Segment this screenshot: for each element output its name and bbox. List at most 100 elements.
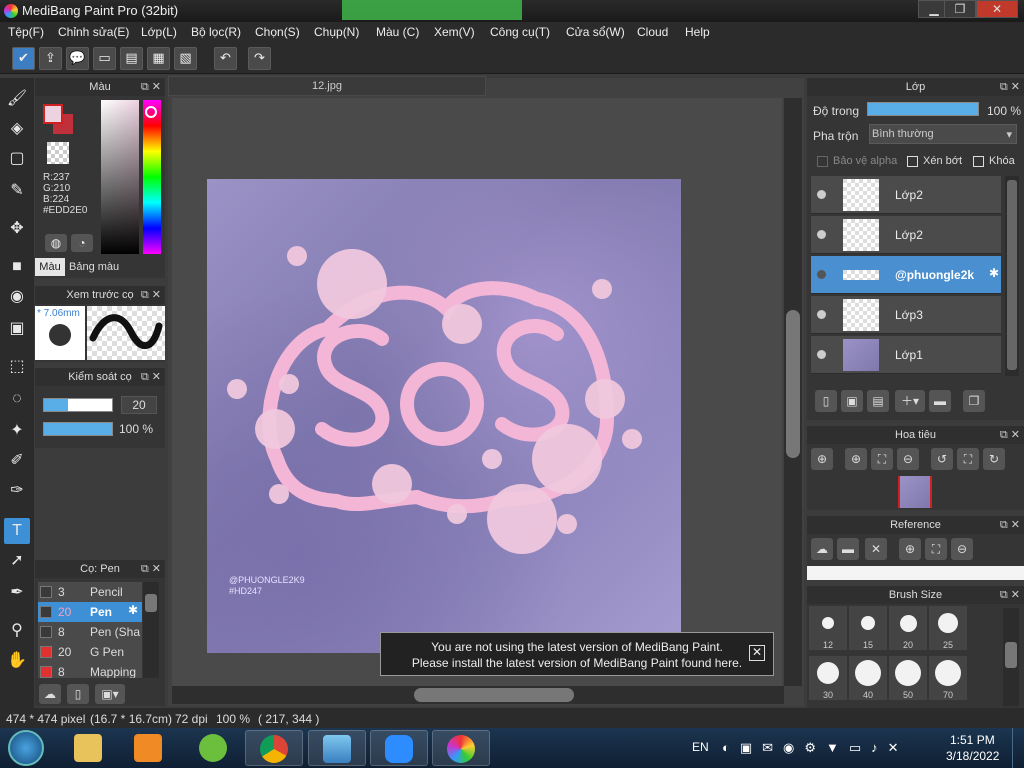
artwork-canvas[interactable]: @PHUONGLE2K9 #HD247 bbox=[207, 179, 681, 653]
explorer-task[interactable] bbox=[60, 730, 118, 766]
notification-close-icon[interactable]: ✕ bbox=[749, 645, 765, 661]
brush-tool-icon[interactable]: 🖌 bbox=[4, 86, 30, 112]
panel-close-icon[interactable]: ⧉ ✕ bbox=[141, 78, 161, 96]
system-tray-icons[interactable]: ◐▣✉◉⚙▼▭♪✕ bbox=[722, 740, 922, 756]
select-pen-icon[interactable]: ✐ bbox=[4, 448, 30, 474]
brush-item[interactable]: 8 Pen (Sha bbox=[38, 622, 142, 642]
panel-close-icon[interactable]: ⧉ ✕ bbox=[141, 286, 161, 304]
medibang-task[interactable] bbox=[432, 730, 490, 766]
new-layer-icon[interactable]: ▯ bbox=[815, 390, 837, 412]
flip-icon[interactable]: ⛶ bbox=[957, 448, 979, 470]
brush-size-cell[interactable]: 30 bbox=[809, 656, 847, 700]
brush-menu-icon[interactable]: ▣▾ bbox=[95, 684, 125, 704]
shape-tool-icon[interactable]: ▢ bbox=[4, 146, 30, 172]
add-layer-menu-icon[interactable]: ＋▾ bbox=[895, 390, 925, 412]
rotate-left-icon[interactable]: ↺ bbox=[931, 448, 953, 470]
brush-item[interactable]: 8 Mapping bbox=[38, 662, 142, 678]
clock-date[interactable]: 3/18/2022 bbox=[946, 749, 999, 763]
panel-layout-icon[interactable]: ▦ bbox=[147, 47, 170, 70]
brush-item[interactable]: 20 G Pen bbox=[38, 642, 142, 662]
zoom-icon[interactable]: ⊕ bbox=[811, 448, 833, 470]
tab-color[interactable]: Màu bbox=[35, 258, 65, 276]
lasso-tool-icon[interactable]: ◌ bbox=[4, 386, 30, 412]
fit-icon[interactable]: ⛶ bbox=[925, 538, 947, 560]
media-player-task[interactable] bbox=[120, 730, 178, 766]
brush-size-cell[interactable]: 40 bbox=[849, 656, 887, 700]
menu-color[interactable]: Màu (C) bbox=[376, 25, 419, 39]
brush-size-value[interactable]: 20 bbox=[121, 396, 157, 414]
layer-row[interactable]: Lớp2 bbox=[811, 176, 1001, 214]
close-button[interactable]: ✕ bbox=[976, 0, 1018, 18]
bucket-tool-icon[interactable]: ◉ bbox=[4, 284, 30, 310]
grid-icon[interactable]: ▧ bbox=[174, 47, 197, 70]
comment-icon[interactable]: ▭ bbox=[93, 47, 116, 70]
zoom-in-icon[interactable]: ⊕ bbox=[845, 448, 867, 470]
brush-opacity-slider[interactable] bbox=[43, 422, 113, 436]
clock-time[interactable]: 1:51 PM bbox=[950, 733, 995, 747]
clipping-checkbox[interactable] bbox=[907, 156, 918, 167]
brush-size-cell[interactable]: 50 bbox=[889, 656, 927, 700]
lock-checkbox[interactable] bbox=[973, 156, 984, 167]
tab-palette[interactable]: Bảng màu bbox=[69, 258, 119, 276]
layer-list-scrollbar[interactable] bbox=[1005, 176, 1019, 376]
layer-row[interactable]: Lớp1 bbox=[811, 336, 1001, 374]
protect-alpha-checkbox[interactable] bbox=[817, 156, 828, 167]
page-icon[interactable]: ▤ bbox=[120, 47, 143, 70]
reference-image-area[interactable] bbox=[807, 566, 1024, 580]
eraser-tool-icon[interactable]: ◈ bbox=[4, 116, 30, 142]
cloud-icon[interactable]: ☁ bbox=[811, 538, 833, 560]
rotate-right-icon[interactable]: ↻ bbox=[983, 448, 1005, 470]
panel-close-icon[interactable]: ⧉ ✕ bbox=[1000, 78, 1020, 96]
brush-size-scrollbar[interactable] bbox=[1003, 608, 1019, 706]
select-eraser-icon[interactable]: ✑ bbox=[4, 478, 30, 504]
menu-window[interactable]: Cửa sổ(W) bbox=[566, 25, 625, 39]
menu-select[interactable]: Chọn(S) bbox=[255, 25, 300, 39]
redo-icon[interactable]: ↷ bbox=[248, 47, 271, 70]
brush-size-slider[interactable] bbox=[43, 398, 113, 412]
layer-row[interactable]: Lớp3 bbox=[811, 296, 1001, 334]
canvas-horizontal-scrollbar[interactable] bbox=[172, 686, 784, 704]
panel-close-icon[interactable]: ⧉ ✕ bbox=[141, 560, 161, 578]
magic-wand-icon[interactable]: ✦ bbox=[4, 418, 30, 444]
brush-size-cell[interactable]: 25 bbox=[929, 606, 967, 650]
brush-size-cell[interactable]: 15 bbox=[849, 606, 887, 650]
palette-icon[interactable]: ◔ bbox=[71, 234, 93, 252]
saturation-value-picker[interactable] bbox=[101, 100, 139, 254]
menu-view[interactable]: Xem(V) bbox=[434, 25, 475, 39]
operation-tool-icon[interactable]: ➚ bbox=[4, 548, 30, 574]
menu-cloud[interactable]: Cloud bbox=[637, 25, 668, 39]
divide-tool-icon[interactable]: ✒ bbox=[4, 580, 30, 606]
foreground-color-swatch[interactable] bbox=[43, 104, 63, 124]
navigator-thumbnail[interactable] bbox=[898, 476, 932, 508]
document-tab[interactable]: 12.jpg bbox=[168, 76, 486, 96]
brush-size-cell[interactable]: 12 bbox=[809, 606, 847, 650]
new-halftone-layer-icon[interactable]: ▤ bbox=[867, 390, 889, 412]
new-color-layer-icon[interactable]: ▣ bbox=[841, 390, 863, 412]
gradient-tool-icon[interactable]: ▣ bbox=[4, 316, 30, 342]
menu-help[interactable]: Help bbox=[685, 25, 710, 39]
canvas-vertical-scrollbar[interactable] bbox=[784, 98, 802, 686]
maximize-button[interactable]: ❐ bbox=[944, 0, 976, 18]
menu-tools[interactable]: Công cụ(T) bbox=[490, 25, 550, 39]
zoom-out-icon[interactable]: ⊖ bbox=[951, 538, 973, 560]
folder-icon[interactable]: ▬ bbox=[929, 390, 951, 412]
panel-close-icon[interactable]: ⧉ ✕ bbox=[1000, 426, 1020, 444]
menu-filter[interactable]: Bộ lọc(R) bbox=[191, 25, 241, 39]
menu-edit[interactable]: Chỉnh sửa(E) bbox=[58, 25, 129, 39]
layer-row-selected[interactable]: @phuongle2k ✱ bbox=[811, 256, 1001, 294]
cloud-save-icon[interactable]: ✔ bbox=[12, 47, 35, 70]
layer-row[interactable]: Lớp2 bbox=[811, 216, 1001, 254]
brush-item-selected[interactable]: 20 Pen ✱ bbox=[38, 602, 142, 622]
zoom-in-icon[interactable]: ⊕ bbox=[899, 538, 921, 560]
color-wheel-icon[interactable]: ◍ bbox=[45, 234, 67, 252]
panel-close-icon[interactable]: ⧉ ✕ bbox=[1000, 586, 1020, 604]
duplicate-layer-icon[interactable]: ❐ bbox=[963, 390, 985, 412]
menu-layer[interactable]: Lớp(L) bbox=[141, 25, 177, 39]
start-button[interactable] bbox=[8, 730, 44, 766]
dot-brush-icon[interactable]: ✎ bbox=[4, 178, 30, 204]
brush-size-cell[interactable]: 70 bbox=[929, 656, 967, 700]
brush-list-scrollbar[interactable] bbox=[143, 582, 159, 678]
photos-task[interactable] bbox=[308, 730, 366, 766]
update-notification[interactable]: You are not using the latest version of … bbox=[380, 632, 774, 676]
language-indicator[interactable]: EN bbox=[692, 740, 709, 754]
